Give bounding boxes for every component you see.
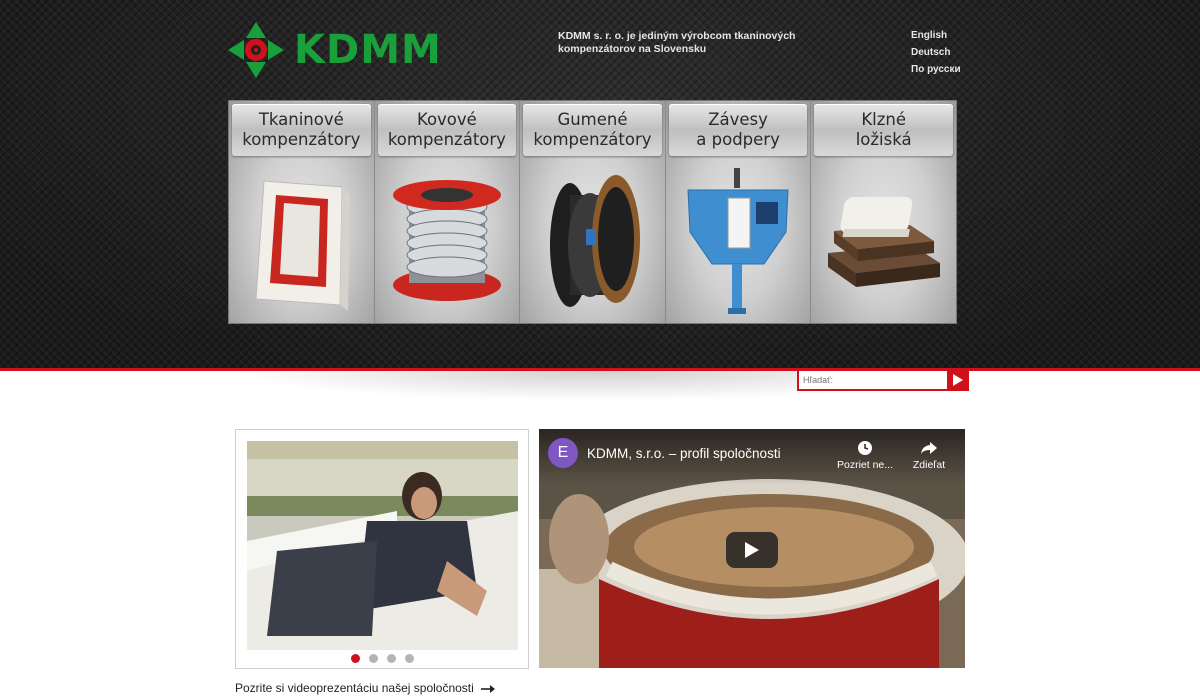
product-tile-metal[interactable]: Kovové kompenzátory: [374, 101, 521, 323]
clock-icon: [858, 441, 872, 455]
arrow-right-icon: [481, 684, 496, 693]
play-icon: [745, 542, 759, 558]
sliding-bearing-image: [827, 197, 940, 287]
language-switcher: English Deutsch По русски: [911, 30, 961, 81]
lang-deutsch-link[interactable]: Deutsch: [911, 47, 961, 64]
product-tile-fabric[interactable]: Tkaninové kompenzátory: [229, 101, 375, 323]
play-arrow-icon: [953, 374, 963, 386]
product-menu: Tkaninové kompenzátory Kovové kompenzáto…: [228, 100, 957, 324]
video-title[interactable]: KDMM, s.r.o. – profil spoločnosti: [587, 446, 781, 461]
product-label: Tkaninové kompenzátory: [232, 104, 371, 156]
fabric-compensator-image: [255, 180, 351, 311]
product-tile-bearing[interactable]: Klzné ložiská: [811, 101, 956, 323]
product-label: Gumené kompenzátory: [523, 104, 662, 156]
metal-bellows-image: [392, 180, 501, 301]
rubber-compensator-image: [550, 175, 641, 307]
video-presentation-link[interactable]: Pozrite si videoprezentáciu našej spoloč…: [235, 681, 496, 695]
search-submit-button[interactable]: [947, 369, 969, 391]
spring-hanger-image: [687, 168, 789, 314]
lang-russian-link[interactable]: По русски: [911, 64, 961, 81]
logo-text: KDMM: [294, 27, 442, 73]
photo-gallery: [235, 429, 529, 669]
channel-avatar[interactable]: E: [548, 438, 578, 468]
product-label: Kovové kompenzátory: [377, 104, 517, 156]
gallery-dot-1[interactable]: [350, 654, 360, 663]
share-button[interactable]: Zdieľat: [899, 440, 959, 471]
gallery-pagination: [236, 654, 528, 663]
header-tagline: KDMM s. r. o. je jediným výrobcom tkanin…: [558, 30, 796, 55]
workshop-photo-image: [247, 441, 518, 650]
search-box: [797, 369, 969, 391]
kdmm-logo[interactable]: KDMM: [226, 20, 456, 80]
product-label: Závesy a podpery: [668, 104, 808, 156]
video-embed[interactable]: E KDMM, s.r.o. – profil spoločnosti Pozr…: [539, 429, 965, 668]
play-button[interactable]: [726, 532, 778, 568]
gallery-dot-2[interactable]: [368, 654, 378, 663]
search-input[interactable]: [797, 369, 947, 391]
logo-mark-icon: [228, 22, 284, 78]
product-label: Klzné ložiská: [814, 104, 953, 156]
gallery-photo[interactable]: [247, 441, 518, 650]
share-icon: [921, 442, 937, 454]
gallery-dot-3[interactable]: [386, 654, 396, 663]
header: KDMM KDMM s. r. o. je jediným výrobcom t…: [0, 0, 1200, 368]
product-tile-rubber[interactable]: Gumené kompenzátory: [520, 101, 666, 323]
watch-later-button[interactable]: Pozriet ne...: [835, 440, 895, 471]
gallery-dot-4[interactable]: [404, 654, 414, 663]
product-tile-hanger[interactable]: Závesy a podpery: [665, 101, 812, 323]
lang-english-link[interactable]: English: [911, 30, 961, 47]
